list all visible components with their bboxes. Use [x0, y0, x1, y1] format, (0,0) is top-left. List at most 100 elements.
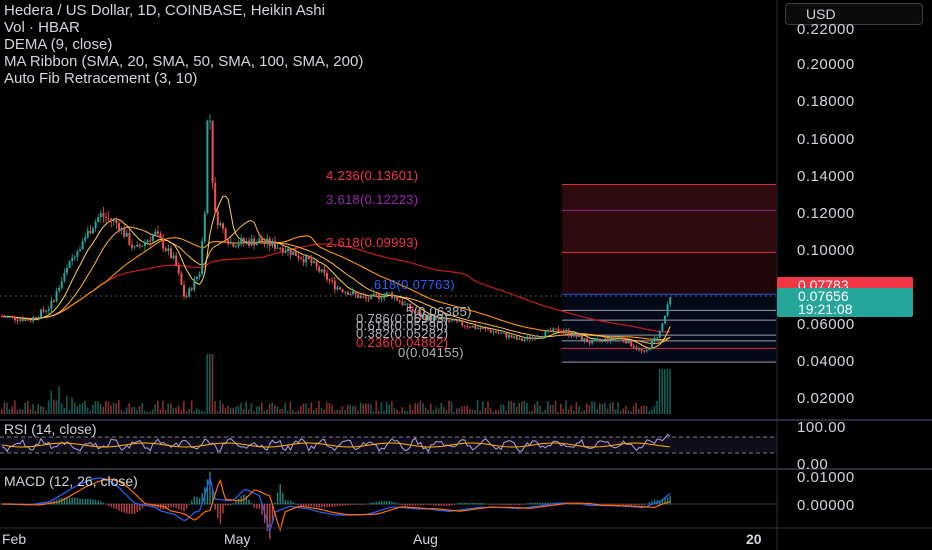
macd-histogram-bar	[230, 504, 232, 506]
macd-histogram-bar	[360, 504, 362, 505]
dema-label[interactable]: DEMA (9, close)	[4, 36, 363, 53]
candle-body	[606, 338, 609, 341]
candle-body	[385, 292, 388, 296]
macd-histogram-bar	[279, 484, 281, 505]
macd-histogram-bar	[521, 504, 523, 505]
macd-histogram-bar	[227, 504, 229, 506]
candle-body	[453, 319, 456, 321]
volume-bar	[406, 411, 409, 414]
candle-body	[128, 232, 131, 245]
volume-label[interactable]: Vol · HBAR	[4, 19, 363, 36]
macd-label[interactable]: MACD (12, 26, close)	[4, 473, 138, 489]
volume-bar	[526, 402, 528, 414]
fib-level-label: .618(0.07763)	[370, 277, 455, 292]
volume-bar	[279, 409, 281, 414]
macd-histogram-bar	[635, 504, 638, 506]
candle-body	[630, 340, 633, 347]
candle-body	[73, 256, 76, 258]
volume-bar	[539, 405, 541, 414]
macd-histogram-bar	[347, 504, 349, 506]
volume-bar	[125, 407, 128, 414]
volume-bar	[518, 402, 520, 414]
volume-bar	[367, 403, 370, 414]
candle-body	[492, 331, 495, 333]
volume-bar	[133, 406, 136, 414]
candle-body	[211, 120, 214, 183]
macd-histogram-bar	[427, 504, 430, 505]
macd-histogram-bar	[292, 502, 294, 505]
volume-bar	[492, 411, 494, 414]
volume-bar	[570, 405, 572, 414]
volume-bar	[154, 404, 156, 414]
candle-body	[617, 337, 620, 339]
macd-histogram-bar	[107, 504, 110, 506]
ma-ribbon-label[interactable]: MA Ribbon (SMA, 20, SMA, 50, SMA, 100, S…	[4, 53, 363, 70]
macd-histogram-bar	[258, 504, 261, 509]
volume-bar	[29, 409, 32, 414]
volume-bar	[292, 409, 294, 414]
candle-body	[541, 336, 544, 338]
macd-histogram-bar	[534, 502, 536, 505]
volume-bar	[645, 405, 648, 414]
rsi-label[interactable]: RSI (14, close)	[4, 421, 97, 437]
volume-bar	[565, 400, 567, 414]
candle-body	[622, 336, 625, 341]
volume-bar	[344, 409, 346, 414]
candle-body	[284, 251, 287, 253]
macd-histogram-bar	[432, 504, 435, 506]
candle-body	[333, 280, 336, 290]
candle-body	[58, 287, 61, 291]
macd-histogram-bar	[510, 504, 513, 506]
candle-body	[515, 336, 518, 340]
macd-histogram-bar	[172, 504, 175, 508]
volume-bar	[450, 402, 453, 414]
macd-histogram-bar	[120, 504, 123, 512]
candle-body	[570, 335, 573, 337]
volume-bar	[614, 409, 617, 414]
macd-histogram-bar	[302, 504, 305, 507]
volume-bar	[60, 403, 63, 414]
volume-bar	[388, 404, 390, 414]
volume-bar	[586, 403, 588, 414]
fib-zone-upper	[562, 184, 776, 253]
macd-histogram-bar	[352, 504, 354, 505]
volume-bar	[159, 409, 162, 414]
volume-bar	[16, 409, 19, 414]
volume-bar	[333, 410, 336, 414]
fib-label[interactable]: Auto Fib Retracement (3, 10)	[4, 70, 363, 87]
candle-body	[250, 238, 253, 246]
candle-body	[604, 338, 607, 340]
candle-body	[203, 213, 206, 242]
candle-body	[255, 242, 258, 246]
volume-bar	[302, 403, 305, 414]
macd-histogram-bar	[318, 504, 320, 508]
macd-histogram-bar	[185, 504, 188, 509]
fib-level-label: 0(0.04155)	[398, 345, 464, 360]
candle-body	[141, 245, 144, 247]
macd-histogram-bar	[386, 501, 388, 505]
volume-bar	[151, 409, 154, 414]
volume-bar	[612, 402, 614, 414]
symbol-title[interactable]: Hedera / US Dollar, 1D, COINBASE, Heikin…	[4, 2, 363, 19]
fib-zone-mid	[562, 252, 776, 295]
candle-body	[131, 244, 133, 248]
macd-histogram-bar	[425, 504, 427, 505]
macd-histogram-bar	[627, 504, 630, 506]
macd-histogram-bar	[578, 504, 580, 505]
candle-body	[146, 240, 149, 243]
candle-body	[133, 246, 136, 248]
candle-body	[528, 336, 531, 340]
candle-body	[664, 315, 666, 324]
macd-histogram-bar	[396, 503, 398, 505]
candle-body	[651, 341, 653, 350]
candle-body	[562, 331, 565, 333]
macd-histogram-bar	[505, 504, 508, 506]
volume-bar	[489, 408, 492, 414]
candle-body	[66, 267, 68, 273]
macd-histogram-bar	[477, 502, 479, 505]
volume-bar	[557, 411, 559, 414]
volume-bar	[372, 411, 375, 414]
volume-bar	[276, 406, 279, 414]
price-axis-label: 0.20000	[797, 56, 855, 73]
candle-body	[294, 251, 297, 257]
